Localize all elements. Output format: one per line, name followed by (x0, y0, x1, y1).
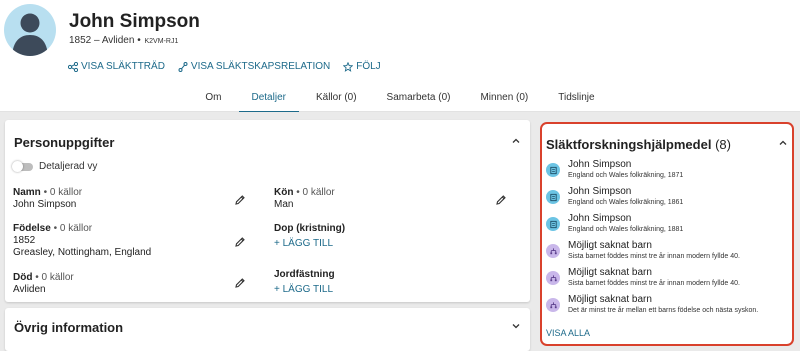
other-info-title: Övrig information (14, 320, 124, 335)
edit-name-pencil-icon[interactable] (234, 194, 246, 206)
tab-sources[interactable]: Källor (0) (301, 85, 372, 112)
birth-date: 1852 (13, 235, 36, 246)
details-content: Personuppgifter Detaljerad vy Namn • 0 k… (0, 112, 800, 351)
record-hint-icon (546, 190, 560, 204)
other-info-card[interactable]: Övrig information (5, 308, 530, 351)
name-field: Namn • 0 källor John Simpson (13, 187, 82, 211)
baptism-field: Dop (kristning) + Lägg till (274, 223, 345, 250)
hint-title: John Simpson (568, 159, 632, 170)
hint-subtitle: Det är minst tre år mellan ett barns föd… (568, 307, 759, 314)
research-helpers-title: Släktforskningshjälpmedel (546, 137, 712, 152)
tab-memories[interactable]: Minnen (0) (465, 85, 543, 112)
family-tree-hint-icon (546, 298, 560, 312)
edit-sex-pencil-icon[interactable] (495, 194, 507, 206)
view-relationship-label: Visa släktskapsrelation (190, 61, 331, 72)
hint-title: Möjligt saknat barn (568, 267, 652, 278)
record-hint-item[interactable]: John Simpson England och Wales folkräkni… (546, 186, 786, 212)
chevron-up-icon[interactable] (778, 138, 788, 148)
birth-source-count: • 0 källor (50, 223, 93, 234)
personal-info-card: Personuppgifter Detaljerad vy Namn • 0 k… (5, 120, 530, 302)
missing-child-hint-item[interactable]: Möjligt saknat barn Det är minst tre år … (546, 294, 786, 320)
hint-title: Möjligt saknat barn (568, 240, 652, 251)
death-source-count: • 0 källor (32, 272, 74, 283)
star-icon (343, 61, 354, 72)
name-label: Namn (13, 187, 41, 198)
edit-death-pencil-icon[interactable] (234, 277, 246, 289)
hint-subtitle: Sista barnet föddes minst tre år innan m… (568, 253, 740, 260)
lifespan-text: 1852 – Avliden • (69, 35, 141, 46)
person-name: John Simpson (69, 11, 200, 32)
family-tree-hint-icon (546, 244, 560, 258)
baptism-label: Dop (kristning) (274, 223, 346, 234)
record-hint-item[interactable]: John Simpson England och Wales folkräkni… (546, 159, 786, 185)
tab-about[interactable]: Om (190, 85, 236, 112)
birth-label: Födelse (13, 223, 51, 234)
record-hint-icon (546, 163, 560, 177)
tree-icon (68, 61, 78, 72)
follow-button[interactable]: Följ (343, 61, 381, 72)
sex-field: Kön • 0 källor Man (274, 187, 335, 211)
hint-title: John Simpson (568, 186, 632, 197)
death-field: Död • 0 källor Avliden (13, 272, 74, 296)
research-helpers-count: (8) (715, 137, 731, 152)
record-hint-icon (546, 217, 560, 231)
relationship-icon (178, 61, 188, 72)
tab-details[interactable]: Detaljer (237, 85, 301, 113)
hint-subtitle: England och Wales folkräkning, 1871 (568, 172, 684, 179)
male-silhouette-icon (12, 13, 48, 56)
death-value: Avliden (13, 284, 46, 295)
missing-child-hint-item[interactable]: Möjligt saknat barn Sista barnet föddes … (546, 267, 786, 293)
hint-title: Möjligt saknat barn (568, 294, 652, 305)
name-source-count: • 0 källor (40, 187, 83, 198)
sex-label: Kön (274, 187, 294, 198)
add-burial-button[interactable]: + Lägg till (274, 284, 333, 296)
hint-title: John Simpson (568, 213, 632, 224)
detailed-view-toggle[interactable] (12, 160, 33, 172)
detailed-view-toggle-row: Detaljerad vy (12, 160, 98, 172)
hint-subtitle: England och Wales folkräkning, 1881 (568, 226, 684, 233)
show-all-link[interactable]: Visa alla (546, 328, 590, 338)
chevron-down-icon[interactable] (511, 321, 521, 331)
view-tree-label: Visa släktträd (81, 61, 165, 72)
missing-child-hint-item[interactable]: Möjligt saknat barn Sista barnet föddes … (546, 240, 786, 266)
research-helpers-card: Släktforskningshjälpmedel (8) John Simps… (540, 122, 794, 346)
tab-collaborate[interactable]: Samarbeta (0) (372, 85, 466, 112)
burial-field: Jordfästning + Lägg till (274, 269, 335, 296)
person-actions: Visa släktträd Visa släktskapsrelation F… (68, 61, 381, 72)
birth-place: Greasley, Nottingham, England (13, 247, 152, 258)
follow-label: Följ (356, 61, 381, 72)
birth-field: Födelse • 0 källor 1852 Greasley, Nottin… (13, 223, 151, 259)
add-baptism-button[interactable]: + Lägg till (274, 238, 333, 250)
record-hint-item[interactable]: John Simpson England och Wales folkräkni… (546, 213, 786, 239)
name-value: John Simpson (13, 199, 77, 210)
personal-info-title: Personuppgifter (14, 135, 115, 150)
chevron-up-icon[interactable] (511, 136, 521, 146)
view-tree-button[interactable]: Visa släktträd (68, 61, 165, 72)
research-helpers-header: Släktforskningshjälpmedel (8) (546, 137, 731, 152)
tab-timeline[interactable]: Tidslinje (543, 85, 609, 112)
tab-bar: Om Detaljer Källor (0) Samarbeta (0) Min… (0, 85, 800, 113)
burial-label: Jordfästning (274, 269, 335, 280)
view-relationship-button[interactable]: Visa släktskapsrelation (178, 61, 330, 72)
hint-subtitle: Sista barnet föddes minst tre år innan m… (568, 280, 740, 287)
death-label: Död (13, 272, 33, 283)
person-id: K2VM-RJ1 (144, 38, 179, 45)
edit-birth-pencil-icon[interactable] (234, 236, 246, 248)
family-tree-hint-icon (546, 271, 560, 285)
sex-source-count: • 0 källor (293, 187, 335, 198)
person-header: John Simpson 1852 – Avliden • K2VM-RJ1 V… (0, 0, 800, 113)
hint-subtitle: England och Wales folkräkning, 1861 (568, 199, 684, 206)
sex-value: Man (274, 199, 294, 210)
person-lifespan: 1852 – Avliden • K2VM-RJ1 (69, 35, 178, 46)
detailed-view-label: Detaljerad vy (39, 161, 98, 172)
avatar (4, 4, 56, 56)
